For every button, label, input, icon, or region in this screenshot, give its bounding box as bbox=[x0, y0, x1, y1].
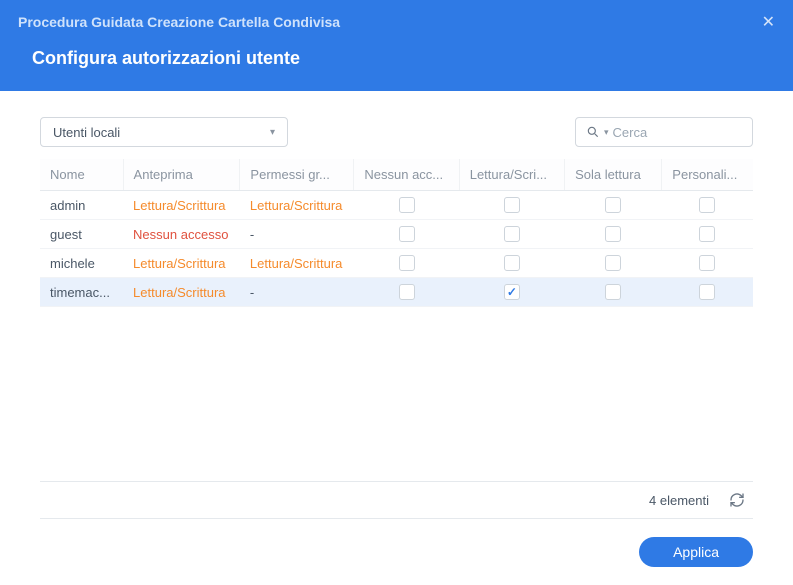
table-row[interactable]: adminLettura/ScritturaLettura/Scrittura bbox=[40, 191, 753, 220]
col-custom[interactable]: Personali... bbox=[662, 159, 753, 191]
checkbox-no-access[interactable] bbox=[399, 284, 415, 300]
table-row[interactable]: micheleLettura/ScritturaLettura/Scrittur… bbox=[40, 249, 753, 278]
col-no-access[interactable]: Nessun acc... bbox=[354, 159, 459, 191]
checkbox-read-write[interactable] bbox=[504, 284, 520, 300]
checkbox-custom[interactable] bbox=[699, 255, 715, 271]
col-read-only[interactable]: Sola lettura bbox=[565, 159, 662, 191]
permissions-table: Nome Anteprima Permessi gr... Nessun acc… bbox=[40, 159, 753, 307]
cell-text: Nessun accesso bbox=[123, 220, 240, 249]
checkbox-no-access[interactable] bbox=[399, 197, 415, 213]
cell-text: admin bbox=[40, 191, 123, 220]
search-input[interactable] bbox=[613, 125, 742, 140]
cell-text: Lettura/Scrittura bbox=[123, 191, 240, 220]
cell-text: michele bbox=[40, 249, 123, 278]
page-subtitle: Configura autorizzazioni utente bbox=[0, 40, 793, 91]
checkbox-custom[interactable] bbox=[699, 226, 715, 242]
col-group[interactable]: Permessi gr... bbox=[240, 159, 354, 191]
col-name[interactable]: Nome bbox=[40, 159, 123, 191]
cell-text: guest bbox=[40, 220, 123, 249]
cell-text: - bbox=[240, 220, 354, 249]
cell-text: Lettura/Scrittura bbox=[123, 249, 240, 278]
col-preview[interactable]: Anteprima bbox=[123, 159, 240, 191]
checkbox-no-access[interactable] bbox=[399, 226, 415, 242]
checkbox-read-write[interactable] bbox=[504, 197, 520, 213]
user-filter-value: Utenti locali bbox=[53, 125, 120, 140]
chevron-down-icon: ▾ bbox=[604, 127, 609, 138]
checkbox-read-only[interactable] bbox=[605, 255, 621, 271]
user-filter-select[interactable]: Utenti locali ▾ bbox=[40, 117, 288, 147]
checkbox-read-only[interactable] bbox=[605, 197, 621, 213]
chevron-down-icon: ▾ bbox=[270, 127, 275, 138]
checkbox-no-access[interactable] bbox=[399, 255, 415, 271]
table-row[interactable]: guestNessun accesso- bbox=[40, 220, 753, 249]
row-count: 4 elementi bbox=[649, 493, 709, 508]
apply-button[interactable]: Applica bbox=[639, 537, 753, 567]
search-box[interactable]: ▾ bbox=[575, 117, 753, 147]
cell-text: - bbox=[240, 278, 354, 307]
cell-text: Lettura/Scrittura bbox=[240, 249, 354, 278]
checkbox-read-write[interactable] bbox=[504, 226, 520, 242]
cell-text: timemac... bbox=[40, 278, 123, 307]
checkbox-custom[interactable] bbox=[699, 284, 715, 300]
search-icon bbox=[586, 125, 600, 139]
refresh-icon[interactable] bbox=[729, 492, 745, 508]
cell-text: Lettura/Scrittura bbox=[123, 278, 240, 307]
table-row[interactable]: timemac...Lettura/Scrittura- bbox=[40, 278, 753, 307]
cell-text: Lettura/Scrittura bbox=[240, 191, 354, 220]
checkbox-custom[interactable] bbox=[699, 197, 715, 213]
checkbox-read-write[interactable] bbox=[504, 255, 520, 271]
window-title: Procedura Guidata Creazione Cartella Con… bbox=[18, 14, 340, 30]
checkbox-read-only[interactable] bbox=[605, 226, 621, 242]
checkbox-read-only[interactable] bbox=[605, 284, 621, 300]
col-read-write[interactable]: Lettura/Scri... bbox=[459, 159, 564, 191]
close-icon[interactable]: ✕ bbox=[762, 12, 775, 32]
